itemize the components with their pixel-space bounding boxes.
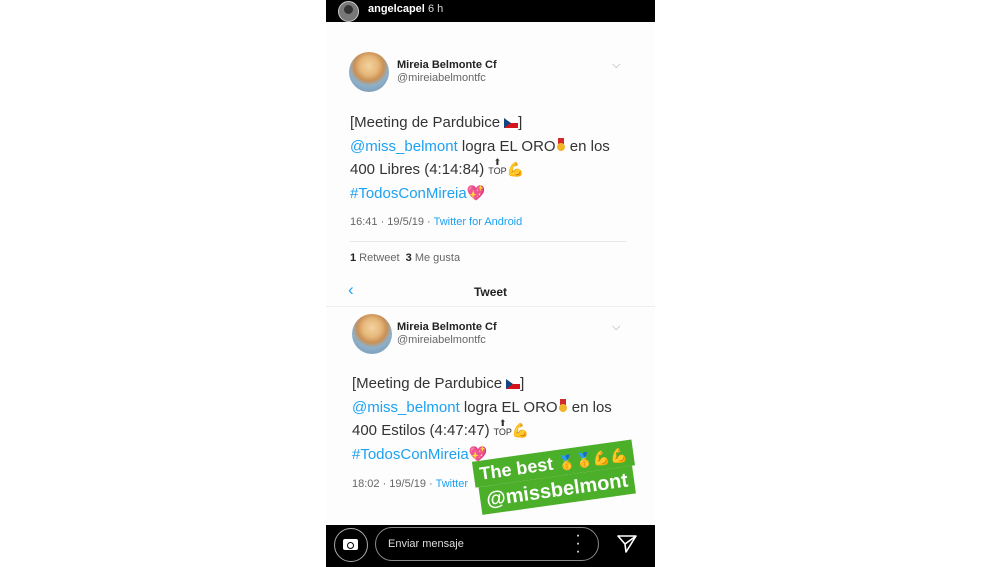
story-viewer: angelcapel 6 h Mireia Belmonte Cf @mirei… [326, 0, 655, 567]
czech-flag-icon [506, 379, 521, 389]
author-handle[interactable]: @mireiabelmontfc [397, 72, 486, 84]
story-username[interactable]: angelcapel [368, 3, 425, 15]
tweet-meta: 16:41 · 19/5/19 · Twitter for Android [350, 216, 522, 228]
tweet-stats: 1 Retweet 3 Me gusta [350, 252, 460, 264]
tweet-text: [Meeting de Pardubice] @miss_belmont log… [350, 111, 640, 205]
author-avatar[interactable] [352, 314, 392, 354]
author-name[interactable]: Mireia Belmonte Cf [397, 59, 497, 71]
mention-link[interactable]: @miss_belmont [350, 138, 458, 155]
message-input[interactable]: Enviar mensaje · · · [375, 527, 599, 561]
top-arrow-icon: ⬆ TOP [493, 418, 512, 437]
tweet-line-1: [Meeting de Pardubice [350, 114, 501, 131]
page-title: Tweet [473, 285, 508, 299]
reply-bar: Enviar mensaje · · · [326, 525, 655, 567]
like-label[interactable]: Me gusta [412, 252, 460, 264]
tweet-meta: 18:02 · 19/5/19 · Twitter [352, 478, 468, 490]
divider [350, 241, 626, 242]
tweet-line-1: [Meeting de Pardubice [352, 375, 503, 392]
hashtag-link[interactable]: #TodosConMireia [350, 185, 467, 202]
story-time: 6 h [428, 3, 444, 15]
mention-link[interactable]: @miss_belmont [352, 399, 460, 416]
heart-icon: 💖 [466, 184, 486, 202]
tweet-line-2: logra EL ORO [459, 398, 558, 416]
tweet-source[interactable]: Twitter for Android [434, 216, 523, 228]
hashtag-link[interactable]: #TodosConMireia [352, 446, 469, 463]
chevron-down-icon[interactable]: ⌵ [612, 59, 620, 72]
chevron-down-icon[interactable]: ⌵ [612, 321, 620, 334]
czech-flag-icon [504, 118, 519, 128]
retweet-label[interactable]: Retweet [356, 252, 406, 264]
author-handle[interactable]: @mireiabelmontfc [397, 334, 486, 346]
camera-icon[interactable] [334, 528, 368, 562]
author-avatar[interactable] [349, 52, 389, 92]
story-avatar[interactable] [338, 1, 359, 22]
author-name[interactable]: Mireia Belmonte Cf [397, 321, 497, 333]
story-header: angelcapel 6 h [326, 0, 655, 22]
tweet-line-2-tail: en los [565, 137, 610, 155]
medal-icon [558, 398, 568, 413]
tweet-timestamp: 18:02 · 19/5/19 · [352, 478, 436, 490]
tweet-line-3: 400 Estilos (4:47:47) [352, 422, 490, 439]
send-icon[interactable] [615, 532, 639, 556]
flexed-biceps-icon: 💪 [506, 161, 525, 177]
more-icon[interactable]: · · · [574, 528, 582, 560]
medal-icon [556, 137, 566, 152]
message-placeholder: Enviar mensaje [388, 538, 464, 550]
tweet-line-3: 400 Libres (4:14:84) [350, 161, 485, 178]
tweet-timestamp: 16:41 · 19/5/19 · [350, 216, 434, 228]
tweet-source[interactable]: Twitter [436, 478, 468, 490]
tweet-line-2: logra EL ORO [457, 137, 556, 155]
top-arrow-icon: ⬆ TOP [488, 157, 507, 176]
tweet-page-header: ‹ Tweet [326, 280, 655, 307]
tweet-line-2-tail: en los [567, 398, 612, 416]
